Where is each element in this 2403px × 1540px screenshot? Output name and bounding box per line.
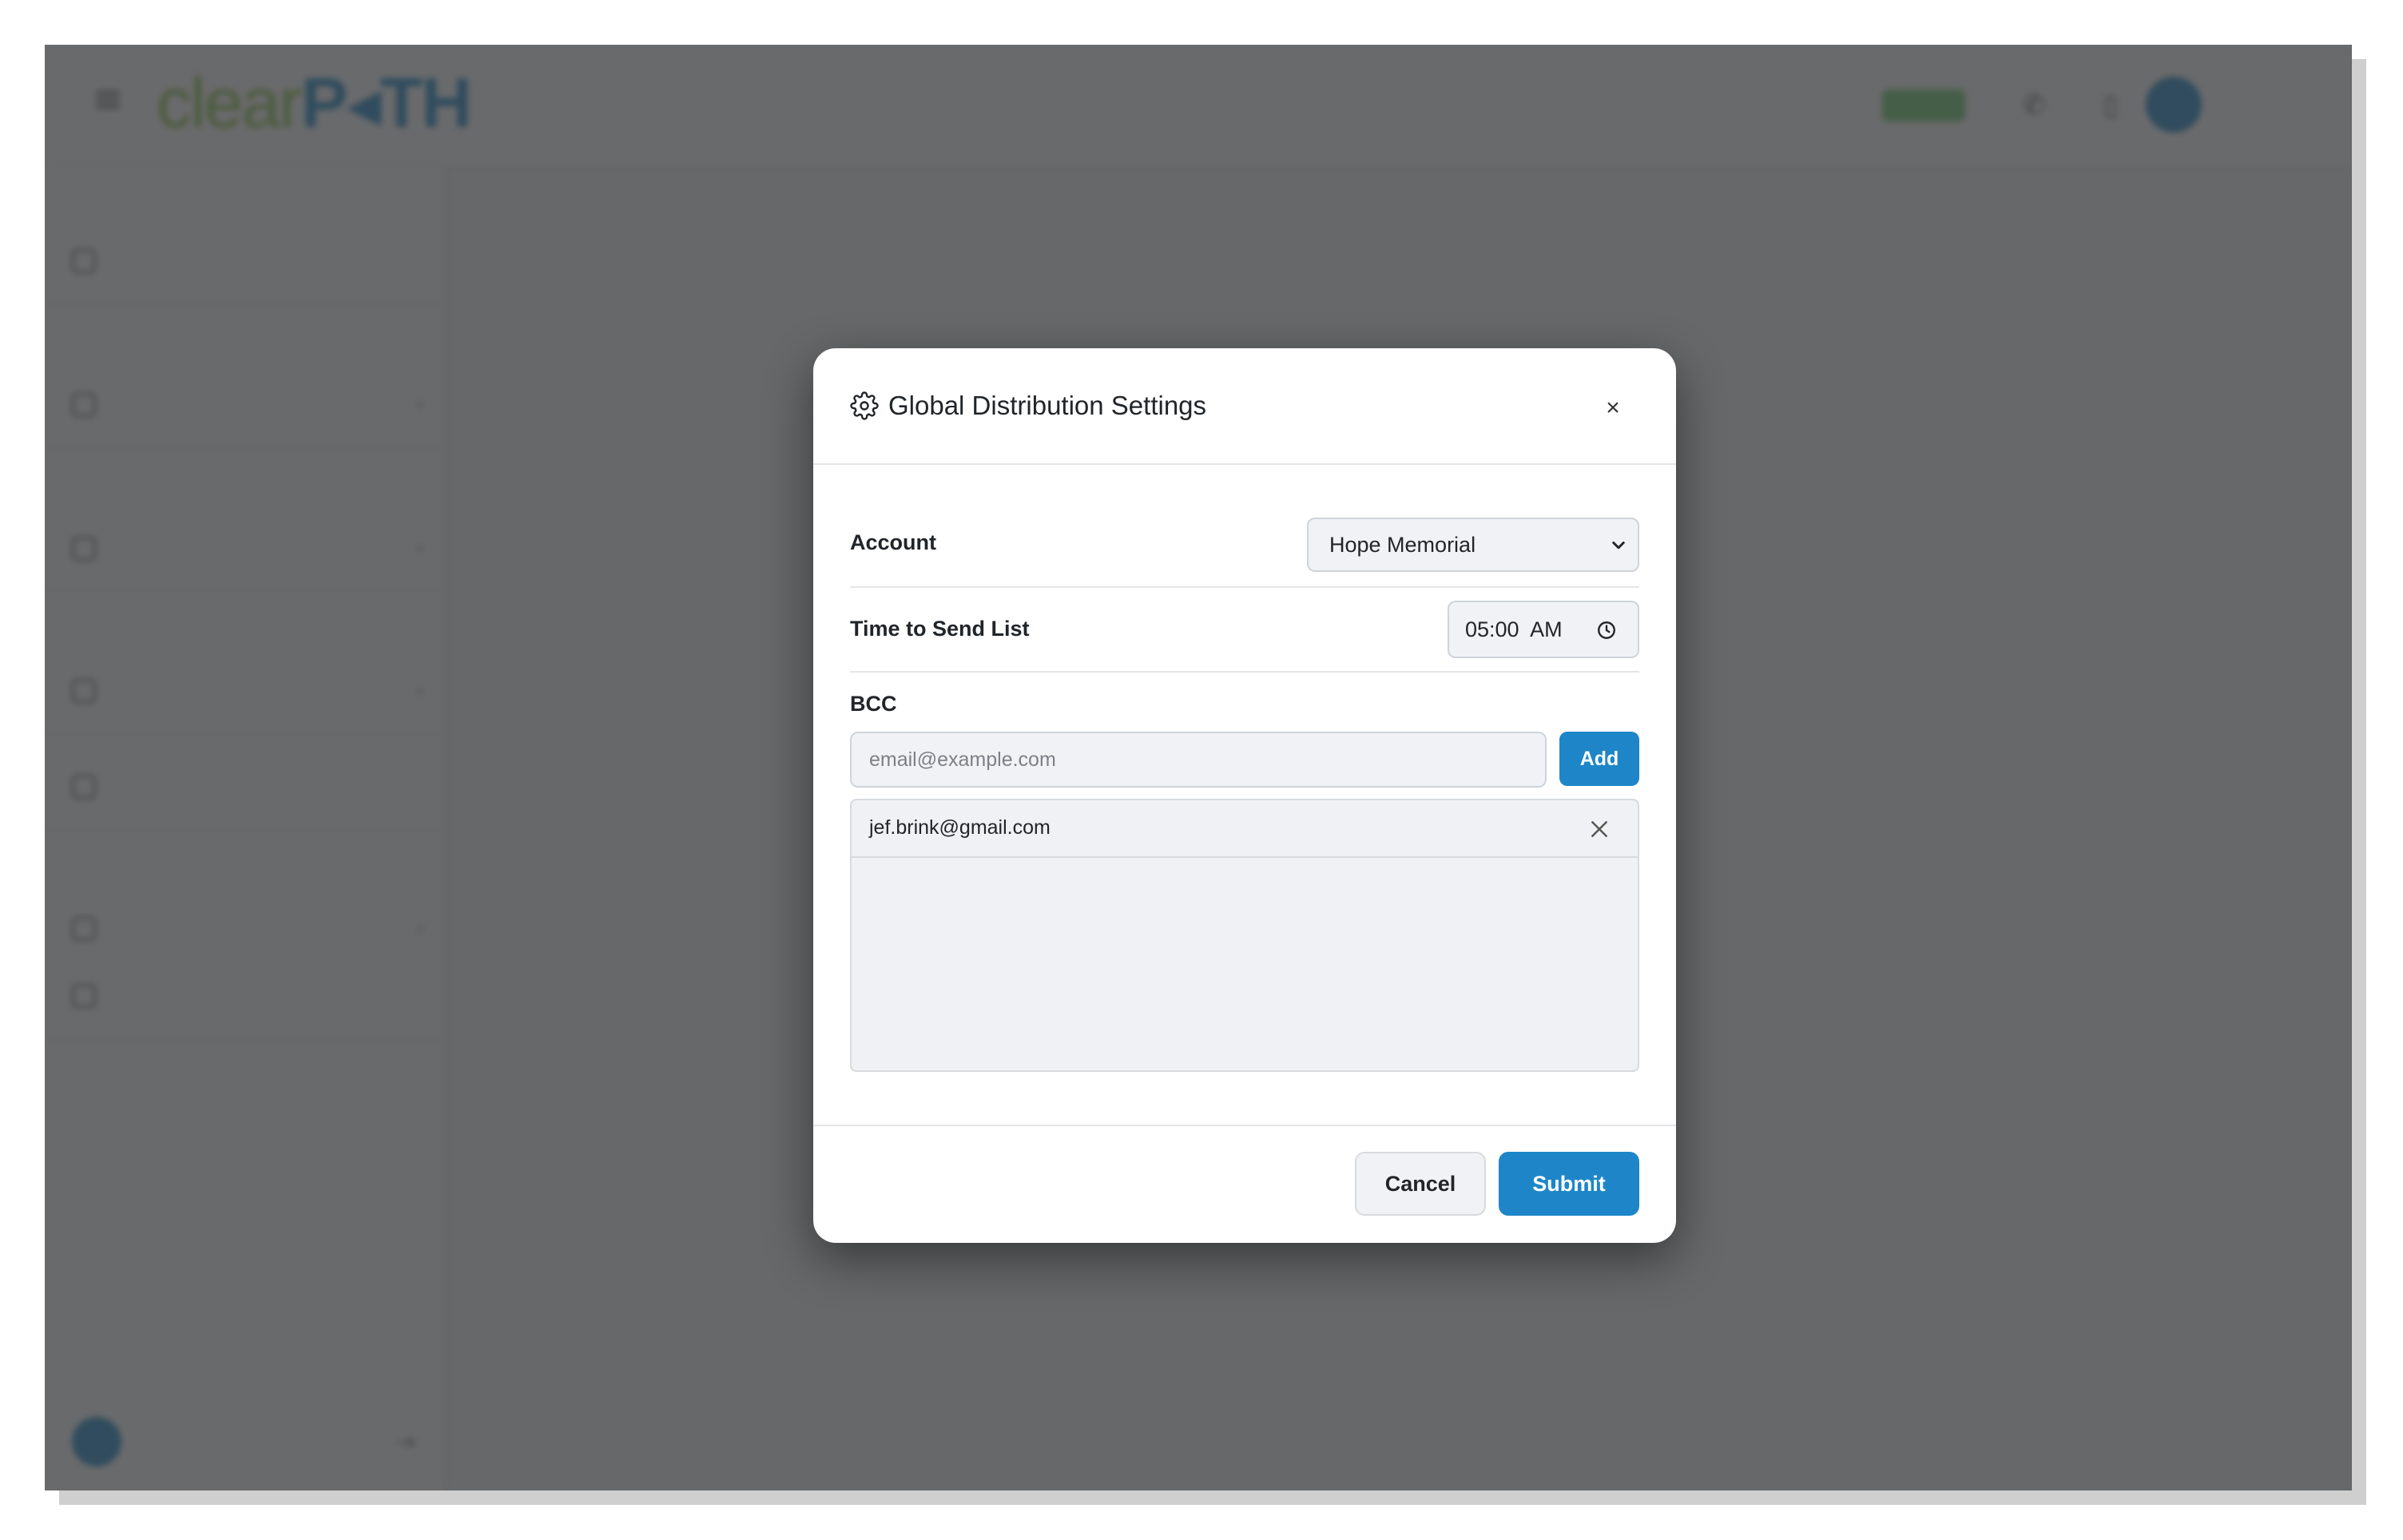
gear-icon (850, 391, 879, 420)
cancel-button[interactable]: Cancel (1355, 1152, 1486, 1216)
modal-title: Global Distribution Settings (888, 391, 1207, 420)
list-item: jef.brink@gmail.com (852, 800, 1638, 858)
remove-email-icon[interactable] (1588, 818, 1611, 840)
row-divider (850, 586, 1639, 588)
account-select-value: Hope Memorial (1329, 533, 1476, 557)
modal-header: Global Distribution Settings × (813, 348, 1676, 465)
app-window: clearP◂TH ✆ ▯ › › › › ⇥ (45, 45, 2352, 1490)
time-to-send-input[interactable]: 05:00 AM (1448, 601, 1639, 658)
bcc-email-input[interactable] (850, 732, 1547, 788)
submit-button[interactable]: Submit (1499, 1152, 1639, 1216)
add-bcc-button[interactable]: Add (1559, 732, 1639, 786)
modal-footer: Cancel Submit (813, 1125, 1676, 1243)
bcc-email: jef.brink@gmail.com (869, 816, 1051, 839)
bcc-email-list: jef.brink@gmail.com (850, 799, 1639, 1072)
account-label: Account (850, 530, 936, 554)
clock-icon[interactable] (1596, 620, 1617, 641)
account-select[interactable]: Hope Memorial (1307, 518, 1639, 572)
chevron-down-icon (1612, 542, 1625, 550)
time-to-send-value: 05:00 AM (1465, 617, 1563, 641)
bcc-label: BCC (850, 692, 897, 716)
row-divider (850, 671, 1639, 673)
close-icon[interactable]: × (1601, 396, 1625, 420)
global-distribution-settings-modal: Global Distribution Settings × Account H… (813, 348, 1676, 1243)
time-to-send-label: Time to Send List (850, 617, 1030, 641)
